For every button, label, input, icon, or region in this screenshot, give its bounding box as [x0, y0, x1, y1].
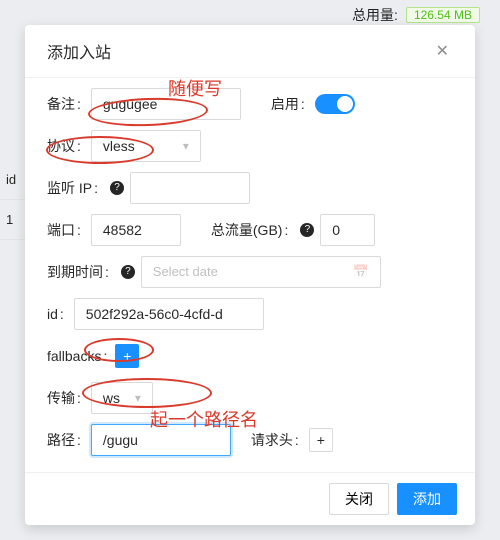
id-input[interactable] [74, 298, 264, 330]
ok-button[interactable]: 添加 [397, 483, 457, 515]
chevron-down-icon: ▾ [135, 382, 141, 414]
req-header-label: 请求头 [251, 424, 305, 456]
add-fallback-button[interactable]: + [115, 344, 139, 368]
modal-footer: 关闭 添加 [25, 472, 475, 525]
modal-header: 添加入站 ✕ [25, 25, 475, 78]
expire-date-picker[interactable]: Select date 📅 [141, 256, 381, 288]
path-label: 路径 [47, 424, 87, 456]
close-icon[interactable]: ✕ [432, 41, 453, 61]
transport-select[interactable]: ws ▾ [91, 382, 153, 414]
listen-ip-input[interactable] [130, 172, 250, 204]
expire-label: 到期时间 [47, 256, 115, 288]
port-label: 端口 [47, 214, 87, 246]
protocol-label: 协议 [47, 130, 87, 162]
enable-switch[interactable] [315, 94, 355, 114]
protocol-value: vless [103, 130, 135, 162]
port-input[interactable] [91, 214, 181, 246]
fallbacks-label: fallbacks [47, 340, 113, 372]
transport-label: 传输 [47, 382, 87, 414]
remark-input[interactable] [91, 88, 241, 120]
protocol-select[interactable]: vless ▾ [91, 130, 201, 162]
help-icon[interactable]: ? [110, 181, 124, 195]
total-traffic-input[interactable] [320, 214, 375, 246]
path-input[interactable] [91, 424, 231, 456]
expire-placeholder: Select date [153, 256, 218, 288]
add-header-button[interactable]: + [309, 428, 333, 452]
listen-ip-label: 监听 IP [47, 172, 104, 204]
help-icon[interactable]: ? [300, 223, 314, 237]
help-icon[interactable]: ? [121, 265, 135, 279]
add-inbound-modal: 添加入站 ✕ 备注 启用 协议 vless ▾ 监听 IP ? [25, 25, 475, 525]
remark-label: 备注 [47, 88, 87, 120]
modal-body: 备注 启用 协议 vless ▾ 监听 IP ? 端口 [25, 78, 475, 472]
enable-label: 启用 [271, 88, 311, 120]
calendar-icon: 📅 [353, 256, 369, 288]
total-traffic-label: 总流量(GB) [211, 214, 294, 246]
modal-title: 添加入站 [47, 39, 111, 63]
chevron-down-icon: ▾ [183, 130, 189, 162]
id-label: id [47, 298, 70, 330]
transport-value: ws [103, 382, 120, 414]
cancel-button[interactable]: 关闭 [329, 483, 389, 515]
